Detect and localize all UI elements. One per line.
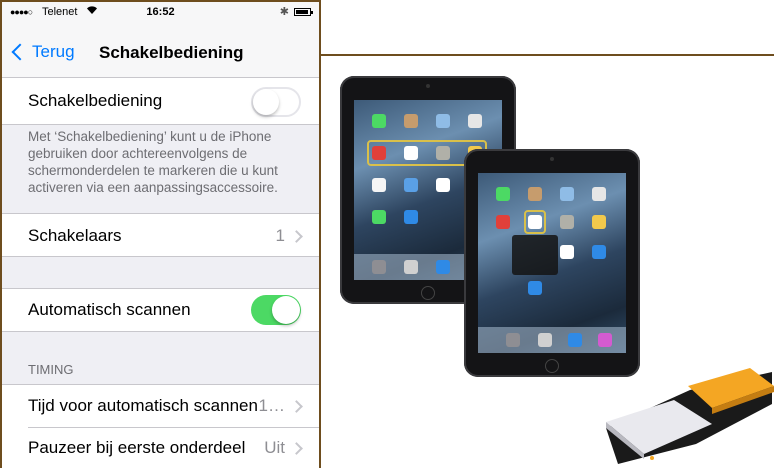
toggle-knob (253, 89, 279, 115)
auto-scan-label: Automatisch scannen (28, 300, 191, 319)
app-icon (372, 178, 386, 192)
app-icon (404, 146, 418, 160)
app-icon (468, 114, 482, 128)
timing-section-header: TIMING (28, 362, 74, 377)
app-icon (496, 187, 510, 201)
app-icon (372, 260, 386, 274)
camera-icon (550, 157, 554, 161)
switch-control-toggle[interactable] (251, 87, 301, 117)
app-icon (560, 215, 574, 229)
navigation-bar: Terug Schakelbediening (2, 22, 319, 78)
home-button-icon (545, 359, 559, 373)
switch-accessory-image (600, 360, 774, 470)
camera-icon (426, 84, 430, 88)
pause-first-item-value: Uit (264, 438, 285, 457)
app-icon (538, 333, 552, 347)
app-icon (598, 333, 612, 347)
switches-row[interactable]: Schakelaars 1 (2, 213, 319, 257)
bluetooth-icon: ✱ (279, 6, 289, 18)
chevron-right-icon (290, 400, 303, 413)
app-icon (436, 146, 450, 160)
status-bar: ●●●●○ Telenet 16:52 ✱ (2, 2, 319, 22)
app-icon (528, 215, 542, 229)
auto-scan-toggle[interactable] (251, 295, 301, 325)
auto-scan-time-row[interactable]: Tijd voor automatisch scannen 1… (2, 385, 319, 427)
app-icon (528, 187, 542, 201)
app-icon (404, 210, 418, 224)
page-title: Schakelbediening (99, 43, 244, 62)
app-icon (506, 333, 520, 347)
iphone-settings-screen: ●●●●○ Telenet 16:52 ✱ Terug Schakelbedie… (0, 0, 321, 468)
switch-control-label: Schakelbediening (28, 91, 163, 110)
switches-label: Schakelaars (28, 226, 122, 245)
timing-group: Tijd voor automatisch scannen 1… Pauzeer… (2, 384, 319, 468)
divider-line (321, 54, 774, 56)
chevron-right-icon (290, 230, 303, 243)
auto-scan-row: Automatisch scannen (2, 288, 319, 332)
app-icon (592, 187, 606, 201)
app-icon (436, 260, 450, 274)
back-button-label: Terug (32, 42, 75, 61)
app-icon (568, 333, 582, 347)
ipad-screen (478, 173, 626, 353)
app-icon (372, 146, 386, 160)
app-icon (404, 114, 418, 128)
auto-scan-time-value: 1… (258, 396, 285, 415)
app-icon (496, 215, 510, 229)
app-icon (372, 210, 386, 224)
pause-first-item-label: Pauzeer bij eerste onderdeel (28, 438, 246, 457)
app-icon (404, 260, 418, 274)
chevron-left-icon (11, 43, 29, 61)
app-icon (372, 114, 386, 128)
switch-control-row: Schakelbediening (2, 77, 319, 125)
app-icon (592, 245, 606, 259)
switches-count: 1 (275, 226, 285, 245)
status-time: 16:52 (146, 6, 175, 18)
back-button[interactable]: Terug (10, 42, 75, 62)
scanner-menu (512, 235, 558, 275)
ipad-front-image (464, 149, 640, 377)
app-icon (560, 245, 574, 259)
pause-first-item-row[interactable]: Pauzeer bij eerste onderdeel Uit (2, 428, 319, 468)
dock (478, 327, 626, 353)
app-icon (592, 215, 606, 229)
toggle-knob (272, 296, 300, 324)
battery-icon (294, 8, 313, 16)
switch-control-description: Met ‘Schakelbediening’ kunt u de iPhone … (28, 129, 278, 195)
app-icon (560, 187, 574, 201)
app-icon (404, 178, 418, 192)
app-icon (436, 178, 450, 192)
app-icon (528, 281, 542, 295)
auto-scan-time-label: Tijd voor automatisch scannen (28, 396, 258, 415)
chevron-right-icon (290, 442, 303, 455)
app-icon (436, 114, 450, 128)
home-button-icon (421, 286, 435, 300)
